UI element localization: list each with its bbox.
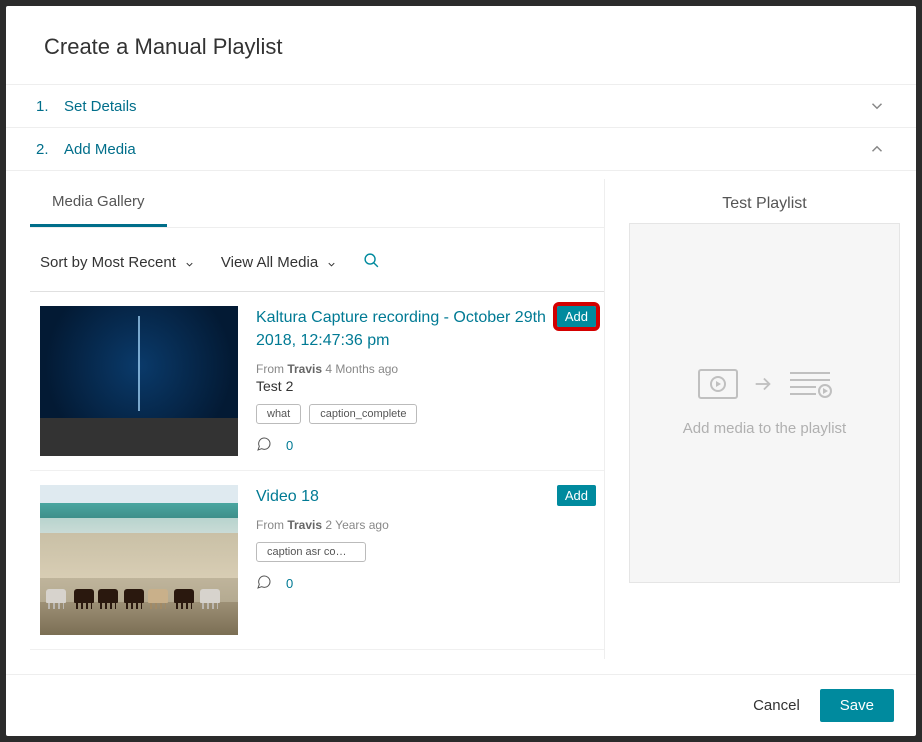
media-tag[interactable]: caption_complete (309, 404, 417, 424)
comment-count: 0 (286, 438, 293, 453)
modal-body-scroll[interactable]: 1. Set Details 2. Add Media (6, 85, 916, 674)
modal-footer: Cancel Save (6, 674, 916, 736)
chevron-down-icon (184, 257, 195, 268)
chevron-down-icon (868, 97, 886, 115)
modal-body: 1. Set Details 2. Add Media (6, 85, 916, 674)
arrow-right-icon (752, 373, 774, 400)
media-description: Test 2 (256, 378, 546, 394)
step-number: 2. (36, 141, 50, 158)
media-tag[interactable]: caption asr comp… (256, 542, 366, 562)
media-thumbnail[interactable] (40, 485, 238, 635)
sort-dropdown[interactable]: Sort by Most Recent (40, 254, 195, 271)
media-meta: From Travis 4 Months ago (256, 362, 546, 376)
add-button[interactable]: Add (557, 306, 596, 327)
filter-bar: Sort by Most Recent View All Media (30, 228, 604, 291)
playlist-dropzone[interactable]: Add media to the playlist (629, 223, 900, 583)
media-meta: From Travis 2 Years ago (256, 518, 546, 532)
media-item: Video 18 From Travis 2 Years ago caption… (30, 471, 604, 650)
comment-icon (256, 574, 272, 593)
media-comments[interactable]: 0 (256, 436, 546, 455)
playlist-placeholder-text: Add media to the playlist (683, 420, 846, 437)
step-set-details[interactable]: 1. Set Details (6, 85, 916, 128)
tab-media-gallery[interactable]: Media Gallery (30, 179, 167, 227)
playlist-scroll[interactable]: Add media to the playlist (629, 223, 900, 651)
source-tabs: Media Gallery (30, 179, 604, 228)
media-source-panel: Media Gallery Sort by Most Recent View A… (30, 179, 605, 659)
modal-title: Create a Manual Playlist (44, 34, 886, 60)
add-media-content: Media Gallery Sort by Most Recent View A… (6, 171, 916, 659)
media-title-link[interactable]: Video 18 (256, 485, 546, 508)
playlist-icon (788, 369, 832, 404)
search-icon[interactable] (363, 252, 380, 273)
cancel-button[interactable]: Cancel (741, 689, 812, 722)
media-thumbnail[interactable] (40, 306, 238, 456)
playlist-title: Test Playlist (629, 187, 900, 223)
view-dropdown[interactable]: View All Media (221, 254, 337, 271)
step-label: Set Details (64, 98, 137, 115)
media-comments[interactable]: 0 (256, 574, 546, 593)
save-button[interactable]: Save (820, 689, 894, 722)
add-button[interactable]: Add (557, 485, 596, 506)
step-label: Add Media (64, 141, 136, 158)
media-list-scroll[interactable]: Kaltura Capture recording - October 29th… (30, 291, 604, 659)
media-item: Kaltura Capture recording - October 29th… (30, 292, 604, 471)
media-tag[interactable]: what (256, 404, 301, 424)
view-label: View All Media (221, 254, 318, 271)
modal-header: Create a Manual Playlist (6, 6, 916, 85)
sort-label: Sort by Most Recent (40, 254, 176, 271)
playlist-panel: Test Playlist (605, 179, 906, 659)
step-add-media[interactable]: 2. Add Media (6, 128, 916, 171)
create-playlist-modal: Create a Manual Playlist 1. Set Details (6, 6, 916, 736)
step-number: 1. (36, 98, 50, 115)
media-title-link[interactable]: Kaltura Capture recording - October 29th… (256, 306, 546, 352)
comment-icon (256, 436, 272, 455)
video-icon (698, 369, 738, 404)
comment-count: 0 (286, 576, 293, 591)
media-list-wrap: Kaltura Capture recording - October 29th… (30, 291, 604, 659)
chevron-up-icon (868, 140, 886, 158)
chevron-down-icon (326, 257, 337, 268)
